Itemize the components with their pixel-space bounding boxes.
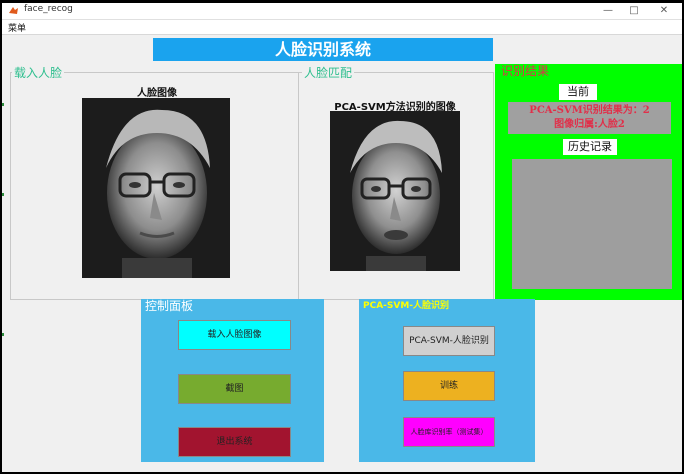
edge-marker bbox=[2, 193, 4, 196]
recognition-rate-button[interactable]: 人脸库识别率（测试集） bbox=[403, 417, 495, 447]
pca-svm-legend: PCA-SVM-人脸识别 bbox=[363, 301, 450, 311]
train-button[interactable]: 训练 bbox=[403, 371, 495, 401]
menu-item-main[interactable]: 菜单 bbox=[8, 21, 26, 34]
pca-svm-panel: PCA-SVM-人脸识别 PCA-SVM-人脸识别 训练 人脸库识别率（测试集） bbox=[359, 299, 535, 462]
history-list[interactable] bbox=[512, 159, 672, 289]
maximize-icon[interactable]: □ bbox=[626, 4, 642, 17]
minimize-icon[interactable]: — bbox=[600, 4, 616, 17]
control-panel: 控制面板 载入人脸图像 截图 退出系统 bbox=[141, 299, 324, 462]
app-window: face_recog — □ ✕ 菜单 人脸识别系统 载入人脸 人脸图像 人脸匹… bbox=[2, 3, 682, 472]
result-line-2: 图像归属:人脸2 bbox=[554, 119, 625, 130]
close-icon[interactable]: ✕ bbox=[656, 4, 672, 17]
face-photo bbox=[82, 98, 230, 278]
edge-marker bbox=[2, 103, 4, 106]
history-label: 历史记录 bbox=[563, 139, 617, 155]
load-image-button[interactable]: 载入人脸图像 bbox=[178, 320, 291, 350]
menu-bar: 菜单 bbox=[2, 20, 682, 35]
face-image bbox=[82, 98, 230, 278]
exit-button[interactable]: 退出系统 bbox=[178, 427, 291, 457]
face-image-label: 人脸图像 bbox=[137, 88, 177, 99]
result-line-1: PCA-SVM识别结果为：2 bbox=[529, 105, 650, 116]
match-image bbox=[330, 111, 460, 271]
result-legend: 识别结果 bbox=[501, 64, 550, 78]
window-title: face_recog bbox=[24, 4, 73, 14]
result-text: PCA-SVM识别结果为：2 图像归属:人脸2 bbox=[508, 102, 671, 134]
matlab-icon bbox=[9, 7, 18, 14]
result-panel: 识别结果 当前 PCA-SVM识别结果为：2 图像归属:人脸2 历史记录 bbox=[495, 64, 682, 300]
face-match-legend: 人脸匹配 bbox=[302, 64, 355, 81]
load-face-legend: 载入人脸 bbox=[12, 64, 65, 81]
screenshot-button[interactable]: 截图 bbox=[178, 374, 291, 404]
page-title: 人脸识别系统 bbox=[153, 38, 493, 61]
control-panel-legend: 控制面板 bbox=[145, 299, 194, 313]
current-label: 当前 bbox=[559, 84, 597, 100]
title-bar: face_recog — □ ✕ bbox=[2, 3, 682, 20]
match-face-photo bbox=[330, 111, 460, 271]
pca-svm-recognize-button[interactable]: PCA-SVM-人脸识别 bbox=[403, 326, 495, 356]
edge-marker bbox=[2, 333, 4, 336]
